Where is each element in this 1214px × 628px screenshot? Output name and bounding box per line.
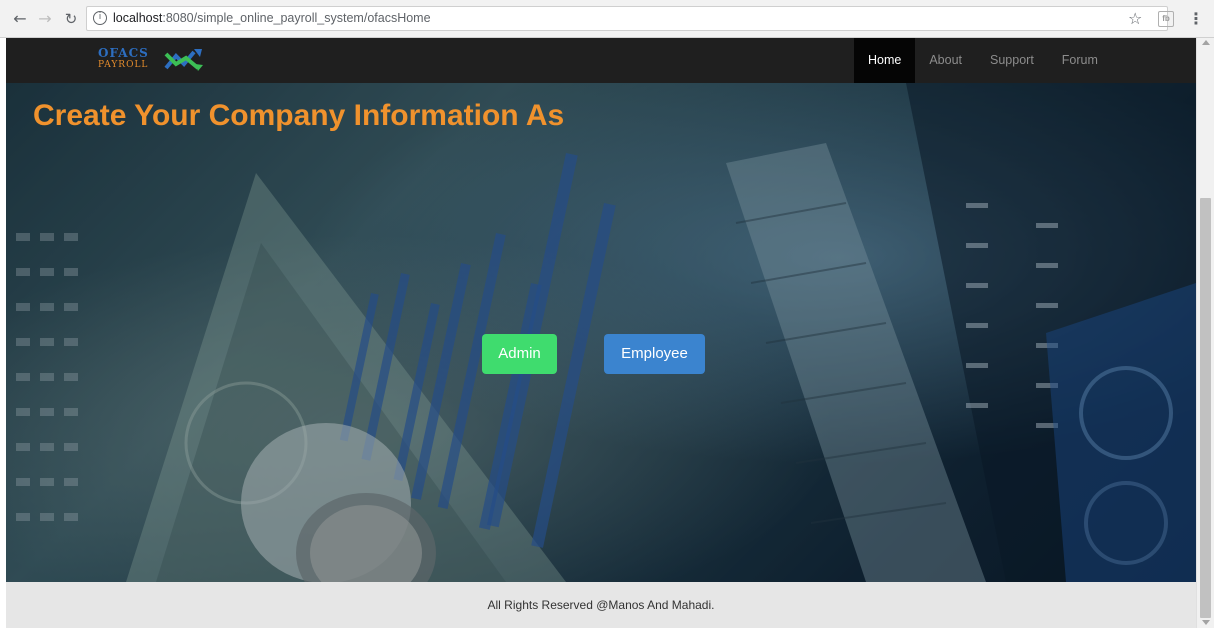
address-bar[interactable]: i localhost:8080/simple_online_payroll_s… bbox=[86, 6, 1168, 31]
site-footer: All Rights Reserved @Manos And Mahadi. bbox=[6, 582, 1196, 628]
nav-item-about[interactable]: About bbox=[915, 38, 976, 83]
logo-text-ofacs: OFACS bbox=[98, 46, 149, 60]
page-title: Create Your Company Information As bbox=[33, 99, 565, 132]
scroll-thumb[interactable] bbox=[1200, 198, 1211, 618]
page-viewport: OFACS PAYROLL Home About Support Forum C… bbox=[0, 38, 1214, 628]
forward-arrow-icon[interactable]: → bbox=[35, 9, 55, 29]
browser-toolbar: ← → ↻ i localhost:8080/simple_online_pay… bbox=[0, 0, 1214, 38]
site-logo[interactable]: OFACS PAYROLL bbox=[98, 46, 218, 76]
employee-button[interactable]: Employee bbox=[604, 334, 705, 374]
nav-item-home[interactable]: Home bbox=[854, 38, 916, 83]
nav-menu: Home About Support Forum bbox=[854, 38, 1112, 83]
vertical-scrollbar[interactable] bbox=[1196, 38, 1214, 628]
extension-icon[interactable]: fb bbox=[1158, 11, 1174, 27]
hero-banner: Create Your Company Information As Admin… bbox=[6, 83, 1196, 582]
admin-button[interactable]: Admin bbox=[482, 334, 557, 374]
kebab-menu-icon[interactable]: ⋮ bbox=[1188, 9, 1204, 29]
back-arrow-icon[interactable]: ← bbox=[10, 9, 30, 29]
logo-text-payroll: PAYROLL bbox=[98, 60, 149, 70]
footer-copyright: All Rights Reserved @Manos And Mahadi. bbox=[487, 598, 715, 612]
info-icon[interactable]: i bbox=[93, 11, 107, 25]
reload-icon[interactable]: ↻ bbox=[61, 9, 81, 29]
url-path: :8080/simple_online_payroll_system/ofacs… bbox=[162, 11, 431, 25]
star-icon[interactable]: ☆ bbox=[1128, 9, 1142, 29]
url-text[interactable]: localhost:8080/simple_online_payroll_sys… bbox=[113, 11, 431, 25]
site-navbar: OFACS PAYROLL Home About Support Forum bbox=[6, 38, 1196, 83]
scroll-down-arrow-icon[interactable] bbox=[1202, 620, 1210, 625]
scroll-up-arrow-icon[interactable] bbox=[1202, 40, 1210, 45]
finance-background-image bbox=[6, 83, 1196, 582]
url-host: localhost bbox=[113, 11, 163, 25]
nav-item-forum[interactable]: Forum bbox=[1048, 38, 1112, 83]
nav-item-support[interactable]: Support bbox=[976, 38, 1048, 83]
logo-chart-icon bbox=[164, 49, 203, 71]
